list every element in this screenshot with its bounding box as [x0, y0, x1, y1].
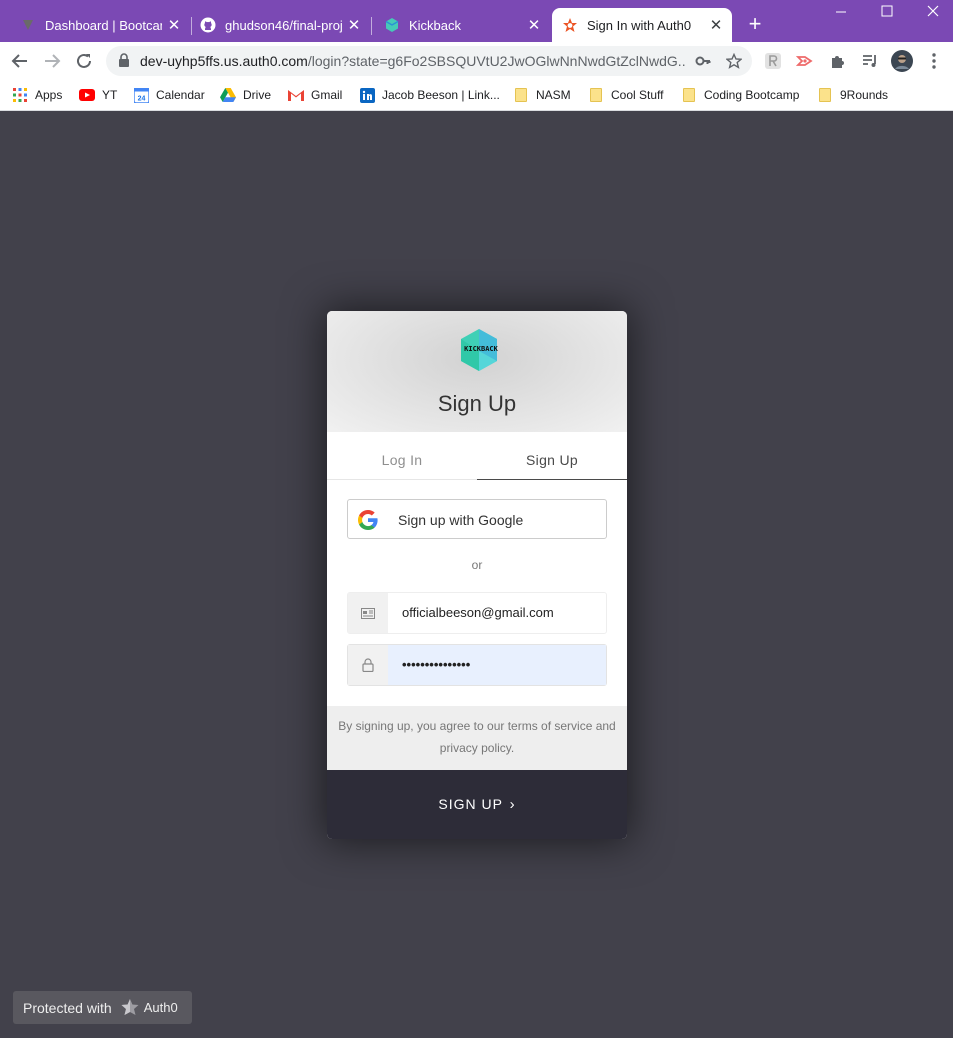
kickback-icon: [384, 17, 400, 33]
lock-icon[interactable]: [118, 53, 130, 73]
envelope-icon: [348, 593, 388, 633]
google-signup-button[interactable]: Sign up with Google: [347, 499, 607, 539]
menu-kebab-icon[interactable]: [924, 51, 944, 71]
address-bar[interactable]: dev-uyhp5ffs.us.auth0.com/login?state=g6…: [106, 46, 752, 76]
bookmark-calendar[interactable]: 24 Calendar: [133, 85, 205, 105]
auth0-shield-icon: [121, 998, 139, 1015]
lock-icon: [348, 645, 388, 685]
github-icon: [200, 17, 216, 33]
drive-icon: [220, 87, 236, 103]
auth0-icon: [562, 17, 578, 33]
bookmark-drive[interactable]: Drive: [220, 85, 271, 105]
folder-icon: [681, 87, 697, 103]
browser-toolbar: dev-uyhp5ffs.us.auth0.com/login?state=g6…: [0, 42, 953, 80]
bookmark-label: Coding Bootcamp: [704, 88, 800, 102]
folder-icon: [588, 87, 604, 103]
badge-label: Protected with: [23, 999, 112, 1016]
folder-icon: [817, 87, 833, 103]
url-host: dev-uyhp5ffs.us.auth0.com: [140, 53, 308, 69]
tab-github[interactable]: ghudson46/final-proje ✕: [192, 8, 372, 42]
auth0-brand: Auth0: [120, 998, 178, 1018]
bookmark-linkedin[interactable]: Jacob Beeson | Link...: [359, 85, 500, 105]
bookmark-label: Drive: [243, 88, 272, 102]
back-icon[interactable]: [8, 49, 32, 73]
bookmark-folder-cool-stuff[interactable]: Cool Stuff: [588, 85, 663, 105]
key-icon[interactable]: [694, 52, 712, 70]
extension-record-icon[interactable]: [795, 51, 815, 71]
window-close-icon[interactable]: [921, 4, 945, 21]
bootcamp-icon: [20, 17, 36, 33]
bookmark-label: Calendar: [156, 88, 205, 102]
bookmark-folder-9rounds[interactable]: 9Rounds: [817, 85, 888, 105]
url-path: /login?state=g6Fo2SBSQUVtU2JwOGlwNnNwdGt…: [307, 53, 686, 69]
tab-log-in[interactable]: Log In: [327, 432, 477, 480]
tab-kickback[interactable]: Kickback ✕: [372, 8, 550, 42]
tab-sign-up[interactable]: Sign Up: [477, 432, 627, 480]
youtube-icon: [79, 87, 95, 103]
email-input[interactable]: [388, 593, 606, 633]
svg-text:24: 24: [137, 95, 145, 102]
media-queue-icon[interactable]: [860, 51, 880, 71]
calendar-icon: 24: [133, 87, 149, 103]
auth0-brand-label: Auth0: [143, 1000, 178, 1015]
close-icon[interactable]: ✕: [526, 16, 542, 34]
bookmark-label: Apps: [35, 88, 63, 102]
terms-text: By signing up, you agree to our terms of…: [327, 706, 627, 770]
google-icon: [358, 510, 378, 530]
password-field: [347, 644, 607, 686]
bookmarks-bar: Apps YT 24 Calendar Drive Gmail Jacob Be…: [0, 80, 953, 111]
page-title: Sign Up: [437, 391, 517, 416]
url-text: dev-uyhp5ffs.us.auth0.com/login?state=g6…: [140, 53, 686, 69]
bookmark-label: Cool Stuff: [611, 88, 664, 102]
bookmark-folder-coding-bootcamp[interactable]: Coding Bootcamp: [681, 85, 799, 105]
email-field: [347, 592, 607, 634]
tab-title: Dashboard | Bootcamp: [45, 17, 162, 33]
bookmark-label: 9Rounds: [840, 88, 889, 102]
linkedin-icon: [359, 87, 375, 103]
bookmark-gmail[interactable]: Gmail: [288, 85, 342, 105]
protected-badge[interactable]: Protected with Auth0: [13, 991, 192, 1024]
reload-icon[interactable]: [72, 49, 96, 73]
tab-title: Kickback: [409, 17, 462, 33]
tab-strip: Dashboard | Bootcamp ✕ ghudson46/final-p…: [0, 0, 953, 42]
close-icon[interactable]: ✕: [346, 16, 362, 34]
tab-auth0[interactable]: Sign In with Auth0 ✕: [552, 8, 732, 42]
or-separator: or: [471, 558, 483, 572]
bookmark-apps[interactable]: Apps: [12, 85, 62, 105]
new-tab-button[interactable]: +: [744, 13, 766, 35]
forward-icon[interactable]: [40, 49, 64, 73]
bookmark-label: Gmail: [311, 88, 343, 102]
kickback-logo: KICKBACK: [457, 327, 501, 373]
auth-card: KICKBACK Sign Up Log In Sign Up Sign up …: [327, 311, 627, 839]
sign-up-button[interactable]: SIGN UP ›: [327, 770, 627, 839]
close-icon[interactable]: ✕: [166, 16, 182, 34]
apps-icon: [12, 87, 28, 103]
extension-r-icon[interactable]: [763, 51, 783, 71]
extensions-puzzle-icon[interactable]: [828, 51, 848, 71]
folder-icon: [513, 87, 529, 103]
bookmark-label: YT: [102, 88, 118, 102]
star-icon[interactable]: [725, 52, 743, 70]
password-input[interactable]: [388, 645, 606, 685]
svg-text:KICKBACK: KICKBACK: [464, 345, 499, 353]
bookmark-label: NASM: [536, 88, 571, 102]
bookmark-yt[interactable]: YT: [79, 85, 117, 105]
auth-tabs: Log In Sign Up: [327, 432, 627, 480]
bookmark-label: Jacob Beeson | Link...: [382, 88, 500, 102]
close-icon[interactable]: ✕: [708, 16, 724, 34]
bookmark-folder-nasm[interactable]: NASM: [513, 85, 571, 105]
minimize-icon[interactable]: [829, 4, 853, 21]
sign-up-label: SIGN UP: [438, 796, 503, 812]
maximize-icon[interactable]: [875, 4, 899, 21]
tab-dashboard[interactable]: Dashboard | Bootcamp ✕: [12, 8, 192, 42]
google-button-label: Sign up with Google: [398, 512, 524, 528]
card-header: KICKBACK Sign Up: [327, 311, 627, 432]
profile-avatar[interactable]: [890, 49, 914, 73]
gmail-icon: [288, 87, 304, 103]
tab-title: ghudson46/final-proje: [225, 17, 342, 33]
tab-title: Sign In with Auth0: [587, 17, 692, 33]
chevron-right-icon: ›: [509, 796, 516, 813]
